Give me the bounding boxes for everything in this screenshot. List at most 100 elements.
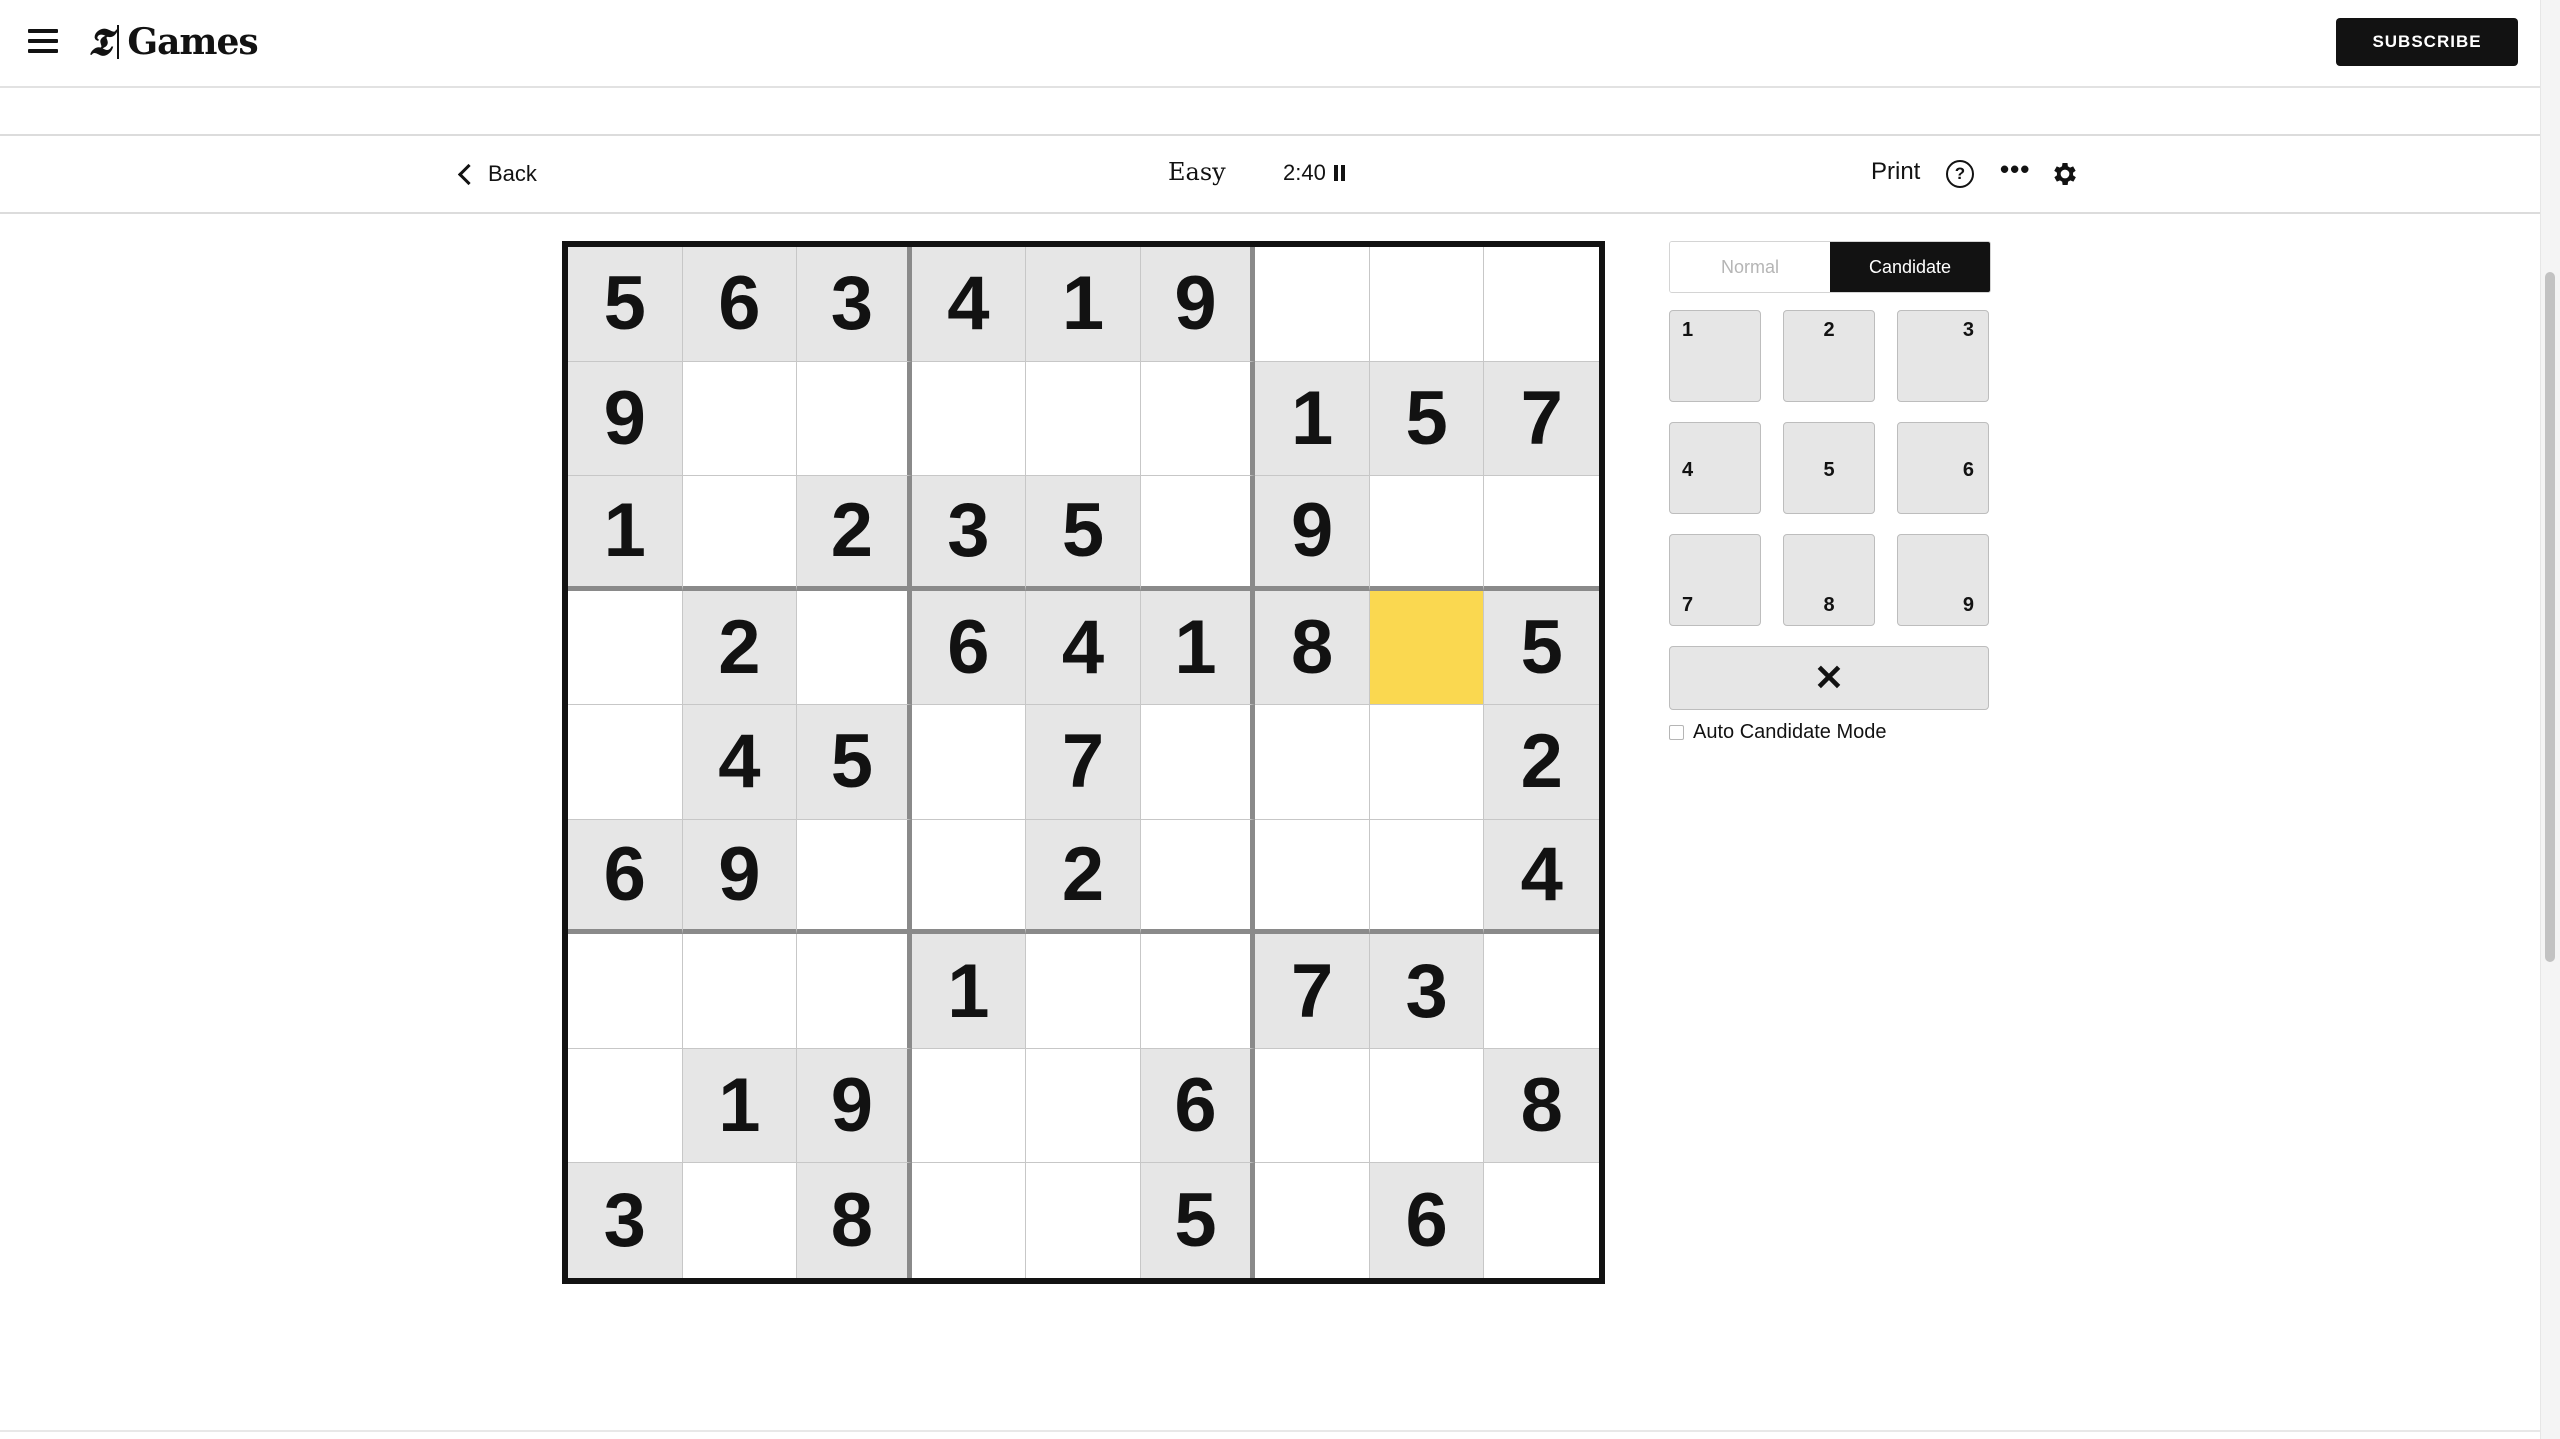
keypad-key-8[interactable]: 8	[1783, 534, 1875, 626]
sudoku-cell-r7c3[interactable]	[797, 934, 912, 1049]
help-circle-icon[interactable]: ?	[1946, 160, 1974, 188]
sudoku-cell-r2c9[interactable]: 7	[1484, 361, 1599, 477]
sudoku-cell-r5c9[interactable]: 2	[1484, 705, 1599, 820]
sudoku-cell-r7c5[interactable]	[1026, 934, 1141, 1049]
sudoku-cell-r3c6[interactable]	[1140, 476, 1256, 591]
sudoku-cell-r4c7[interactable]: 8	[1255, 590, 1370, 706]
sudoku-cell-r1c1[interactable]: 5	[568, 247, 683, 362]
keypad-key-2[interactable]: 2	[1783, 310, 1875, 402]
sudoku-cell-r1c3[interactable]: 3	[797, 247, 912, 362]
pause-icon[interactable]	[1333, 165, 1345, 181]
sudoku-cell-r7c2[interactable]	[682, 934, 798, 1049]
sudoku-cell-r5c5[interactable]: 7	[1026, 705, 1141, 820]
sudoku-cell-r8c1[interactable]	[568, 1048, 683, 1164]
sudoku-cell-r8c3[interactable]: 9	[797, 1048, 912, 1164]
sudoku-cell-r1c7[interactable]	[1255, 247, 1370, 362]
sudoku-cell-r9c2[interactable]	[682, 1163, 798, 1278]
sudoku-cell-r9c4[interactable]	[911, 1163, 1027, 1278]
sudoku-cell-r4c3[interactable]	[797, 590, 912, 706]
sudoku-cell-r6c5[interactable]: 2	[1026, 819, 1141, 935]
sudoku-cell-r5c7[interactable]	[1255, 705, 1370, 820]
sudoku-cell-r5c6[interactable]	[1140, 705, 1256, 820]
sudoku-cell-r7c6[interactable]	[1140, 934, 1256, 1049]
keypad-key-3[interactable]: 3	[1897, 310, 1989, 402]
sudoku-cell-r7c4[interactable]: 1	[911, 934, 1027, 1049]
sudoku-cell-r6c7[interactable]	[1255, 819, 1370, 935]
sudoku-cell-r4c4[interactable]: 6	[911, 590, 1027, 706]
sudoku-cell-r6c3[interactable]	[797, 819, 912, 935]
sudoku-cell-r7c8[interactable]: 3	[1369, 934, 1485, 1049]
keypad-key-4[interactable]: 4	[1669, 422, 1761, 514]
nyt-games-logo[interactable]: 𝕿 Games	[88, 18, 259, 66]
sudoku-cell-r4c8[interactable]	[1369, 590, 1485, 706]
mode-normal-button[interactable]: Normal	[1670, 242, 1830, 292]
sudoku-cell-r1c9[interactable]	[1484, 247, 1599, 362]
sudoku-cell-r1c8[interactable]	[1369, 247, 1485, 362]
sudoku-cell-r2c4[interactable]	[911, 361, 1027, 477]
sudoku-cell-r8c8[interactable]	[1369, 1048, 1485, 1164]
auto-candidate-checkbox[interactable]	[1669, 725, 1684, 740]
print-button[interactable]: Print	[1871, 158, 1920, 186]
sudoku-cell-r5c3[interactable]: 5	[797, 705, 912, 820]
keypad-key-6[interactable]: 6	[1897, 422, 1989, 514]
scrollbar-thumb[interactable]	[2545, 272, 2555, 962]
sudoku-cell-r8c4[interactable]	[911, 1048, 1027, 1164]
auto-candidate-toggle[interactable]: Auto Candidate Mode	[1669, 721, 1886, 744]
sudoku-cell-r6c4[interactable]	[911, 819, 1027, 935]
sudoku-cell-r1c5[interactable]: 1	[1026, 247, 1141, 362]
sudoku-cell-r2c7[interactable]: 1	[1255, 361, 1370, 477]
sudoku-cell-r7c9[interactable]	[1484, 934, 1599, 1049]
sudoku-cell-r7c7[interactable]: 7	[1255, 934, 1370, 1049]
sudoku-cell-r5c1[interactable]	[568, 705, 683, 820]
sudoku-cell-r4c5[interactable]: 4	[1026, 590, 1141, 706]
sudoku-cell-r1c4[interactable]: 4	[911, 247, 1027, 362]
erase-button[interactable]: ✕	[1669, 646, 1989, 710]
sudoku-cell-r5c8[interactable]	[1369, 705, 1485, 820]
gear-icon[interactable]	[2050, 159, 2080, 189]
sudoku-cell-r3c4[interactable]: 3	[911, 476, 1027, 591]
back-button[interactable]: Back	[455, 156, 537, 192]
sudoku-cell-r6c1[interactable]: 6	[568, 819, 683, 935]
sudoku-cell-r3c5[interactable]: 5	[1026, 476, 1141, 591]
sudoku-cell-r9c1[interactable]: 3	[568, 1163, 683, 1278]
sudoku-cell-r6c9[interactable]: 4	[1484, 819, 1599, 935]
sudoku-cell-r3c9[interactable]	[1484, 476, 1599, 591]
keypad-key-5[interactable]: 5	[1783, 422, 1875, 514]
sudoku-cell-r2c1[interactable]: 9	[568, 361, 683, 477]
sudoku-cell-r9c9[interactable]	[1484, 1163, 1599, 1278]
sudoku-cell-r8c9[interactable]: 8	[1484, 1048, 1599, 1164]
sudoku-cell-r3c3[interactable]: 2	[797, 476, 912, 591]
sudoku-cell-r7c1[interactable]	[568, 934, 683, 1049]
sudoku-cell-r9c3[interactable]: 8	[797, 1163, 912, 1278]
keypad-key-7[interactable]: 7	[1669, 534, 1761, 626]
subscribe-button[interactable]: SUBSCRIBE	[2336, 18, 2518, 66]
sudoku-cell-r2c3[interactable]	[797, 361, 912, 477]
sudoku-cell-r4c2[interactable]: 2	[682, 590, 798, 706]
sudoku-cell-r6c2[interactable]: 9	[682, 819, 798, 935]
sudoku-cell-r8c6[interactable]: 6	[1140, 1048, 1256, 1164]
sudoku-cell-r5c4[interactable]	[911, 705, 1027, 820]
sudoku-cell-r9c5[interactable]	[1026, 1163, 1141, 1278]
sudoku-cell-r3c1[interactable]: 1	[568, 476, 683, 591]
sudoku-cell-r4c6[interactable]: 1	[1140, 590, 1256, 706]
sudoku-cell-r4c9[interactable]: 5	[1484, 590, 1599, 706]
sudoku-cell-r1c2[interactable]: 6	[682, 247, 798, 362]
sudoku-cell-r2c5[interactable]	[1026, 361, 1141, 477]
sudoku-cell-r8c5[interactable]	[1026, 1048, 1141, 1164]
sudoku-cell-r5c2[interactable]: 4	[682, 705, 798, 820]
sudoku-cell-r1c6[interactable]: 9	[1140, 247, 1256, 362]
sudoku-cell-r2c8[interactable]: 5	[1369, 361, 1485, 477]
mode-candidate-button[interactable]: Candidate	[1830, 242, 1990, 292]
keypad-key-9[interactable]: 9	[1897, 534, 1989, 626]
sudoku-cell-r9c6[interactable]: 5	[1140, 1163, 1256, 1278]
sudoku-cell-r8c2[interactable]: 1	[682, 1048, 798, 1164]
sudoku-cell-r8c7[interactable]	[1255, 1048, 1370, 1164]
sudoku-cell-r2c6[interactable]	[1140, 361, 1256, 477]
hamburger-menu-icon[interactable]	[28, 28, 58, 54]
keypad-key-1[interactable]: 1	[1669, 310, 1761, 402]
sudoku-cell-r3c2[interactable]	[682, 476, 798, 591]
sudoku-cell-r3c8[interactable]	[1369, 476, 1485, 591]
sudoku-cell-r4c1[interactable]	[568, 590, 683, 706]
more-dots-icon[interactable]: •••	[2000, 154, 2030, 185]
sudoku-cell-r2c2[interactable]	[682, 361, 798, 477]
